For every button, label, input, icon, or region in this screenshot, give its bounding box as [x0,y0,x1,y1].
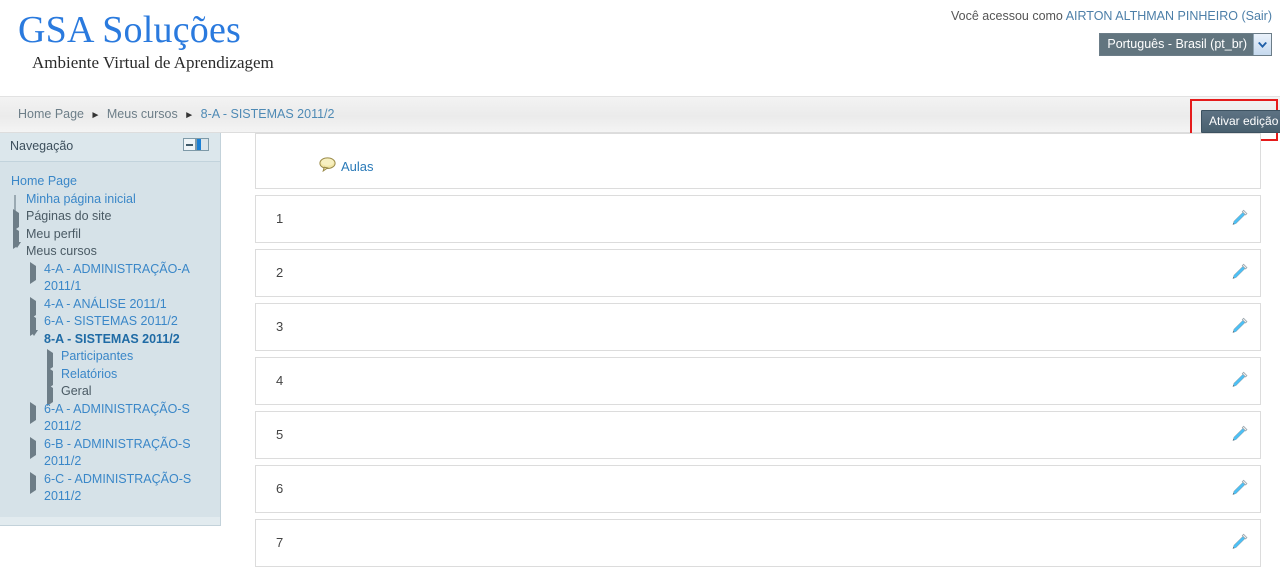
course-section-3: 3 [255,303,1261,351]
sidebar-item-site-pages[interactable]: Páginas do site [0,208,220,231]
sidebar-item-label: Geral [61,384,92,398]
sidebar-item-label: Meu perfil [26,226,81,241]
pencil-icon[interactable] [1230,371,1248,389]
bullet-square-icon [13,194,23,211]
sidebar-item-label: Minha página inicial [26,191,136,206]
sidebar-item-course-6a-sistemas[interactable]: 6-A - SISTEMAS 2011/2 [0,313,220,336]
section-number-label: 2 [276,265,284,280]
pencil-icon[interactable] [1230,317,1248,335]
sidebar-item-label: 4-A - ANÁLISE 2011/1 [44,296,167,311]
breadcrumb-bar: Home Page ► Meus cursos ► 8-A - SISTEMAS… [0,96,1280,141]
course-section-6: 6 [255,465,1261,513]
sidebar-item-course-6b-administracao-s[interactable]: 6-B - ADMINISTRAÇÃO-S 2011/2 [0,436,220,471]
chevron-right-icon[interactable] [30,401,40,424]
minus-icon[interactable] [183,138,196,151]
chevron-right-icon[interactable] [30,296,40,319]
chevron-right-icon[interactable] [30,314,40,336]
sidebar-item-label: 6-A - ADMINISTRAÇÃO-S 2011/2 [44,401,190,434]
login-info: Você acessou como AIRTON ALTHMAN PINHEIR… [951,9,1272,23]
language-select-value: Português - Brasil (pt_br) [1100,34,1253,55]
chevron-right-icon[interactable] [13,209,23,231]
sidebar-item-label: Páginas do site [26,209,112,223]
page-header: GSA Soluções Ambiente Virtual de Aprendi… [0,0,1280,96]
sidebar-item-my-home[interactable]: Minha página inicial [0,191,220,211]
sidebar-item-label: 8-A - SISTEMAS 2011/2 [44,331,180,346]
breadcrumb: Home Page ► Meus cursos ► 8-A - SISTEMAS… [18,107,334,121]
section-number-label: 7 [276,535,284,550]
page-body: Navegação Home Page Minha página inicial… [0,133,1280,567]
pencil-icon[interactable] [1230,263,1248,281]
logout-link[interactable]: (Sair) [1241,9,1272,23]
chevron-down-icon[interactable] [13,242,23,262]
breadcrumb-separator-icon: ► [90,110,101,121]
course-section-4: 4 [255,357,1261,405]
sidebar-item-my-courses[interactable]: Meus cursos [0,242,220,262]
chevron-right-icon[interactable] [47,384,57,406]
section-number-label: 5 [276,427,284,442]
sidebar-item-home-page[interactable]: Home Page [0,173,220,191]
sidebar-item-label: Participantes [61,349,134,363]
sidebar-item-label: 6-B - ADMINISTRAÇÃO-S 2011/2 [44,436,191,469]
chevron-down-icon[interactable] [1253,34,1271,55]
navigation-block-controls [183,138,209,151]
course-section-5: 5 [255,411,1261,459]
site-title: GSA Soluções [18,9,242,51]
forum-speech-bubble-icon [319,157,336,175]
sidebar-item-label: 6-C - ADMINISTRAÇÃO-S 2011/2 [44,471,192,504]
site-branding: GSA Soluções Ambiente Virtual de Aprendi… [18,8,274,74]
sidebar-item-course-8a-sistemas[interactable]: 8-A - SISTEMAS 2011/2 [0,329,220,350]
sidebar-item-course-4a-analise[interactable]: 4-A - ANÁLISE 2011/1 [0,296,220,319]
breadcrumb-item-home[interactable]: Home Page [18,107,84,121]
course-section-1: 1 [255,195,1261,243]
section-number-label: 6 [276,481,284,496]
section-number-label: 3 [276,319,284,334]
sidebar-item-my-profile[interactable]: Meu perfil [0,226,220,249]
navigation-block-title: Navegação [10,139,74,153]
user-profile-link[interactable]: AIRTON ALTHMAN PINHEIRO [1066,9,1238,23]
chevron-right-icon[interactable] [47,349,57,371]
language-select[interactable]: Português - Brasil (pt_br) [1099,33,1272,56]
sidebar-item-label: 4-A - ADMINISTRAÇÃO-A 2011/1 [44,261,190,294]
activity-item-forum[interactable]: Aulas [319,157,374,175]
navigation-block: Navegação Home Page Minha página inicial… [0,133,221,526]
chevron-down-icon[interactable] [30,329,40,350]
pencil-icon[interactable] [1230,425,1248,443]
sidebar-item-label: 6-A - SISTEMAS 2011/2 [44,314,178,328]
sidebar-item-label: Meus cursos [26,244,97,258]
section-number-label: 1 [276,211,284,226]
login-prefix-label: Você acessou como [951,9,1063,23]
sidebar-item-course-6a-administracao-s[interactable]: 6-A - ADMINISTRAÇÃO-S 2011/2 [0,401,220,436]
chevron-right-icon[interactable] [30,471,40,494]
navigation-tree: Home Page Minha página inicial Páginas d… [0,162,220,512]
breadcrumb-item-my-courses[interactable]: Meus cursos [107,107,178,121]
site-subtitle: Ambiente Virtual de Aprendizagem [32,53,274,72]
sidebar-item-general[interactable]: Geral [0,383,220,406]
chevron-right-icon[interactable] [47,366,57,389]
course-section-2: 2 [255,249,1261,297]
dock-icon[interactable] [196,138,209,151]
course-section-general: Aulas [255,133,1261,189]
course-sections-list: Aulas 1 2 3 4 5 6 7 [255,133,1261,573]
pencil-icon[interactable] [1230,209,1248,227]
course-section-7: 7 [255,519,1261,567]
breadcrumb-separator-icon: ► [184,110,195,121]
sidebar-item-label: Home Page [11,174,78,188]
pencil-icon[interactable] [1230,479,1248,497]
turn-editing-on-button[interactable]: Ativar edição [1201,110,1280,133]
chevron-right-icon[interactable] [13,226,23,249]
chevron-right-icon[interactable] [30,436,40,459]
navigation-block-footer [0,517,220,525]
navigation-block-header: Navegação [0,133,220,162]
section-number-label: 4 [276,373,284,388]
breadcrumb-item-current-course: 8-A - SISTEMAS 2011/2 [200,107,335,121]
sidebar-item-participants[interactable]: Participantes [0,348,220,371]
activity-link-aulas[interactable]: Aulas [341,159,374,174]
sidebar-item-reports[interactable]: Relatórios [0,366,220,389]
sidebar-item-course-6c-administracao-s[interactable]: 6-C - ADMINISTRAÇÃO-S 2011/2 [0,471,220,506]
sidebar-item-course-4a-administracao-a[interactable]: 4-A - ADMINISTRAÇÃO-A 2011/1 [0,261,220,296]
sidebar-item-label: Relatórios [61,366,118,381]
chevron-right-icon[interactable] [30,261,40,284]
